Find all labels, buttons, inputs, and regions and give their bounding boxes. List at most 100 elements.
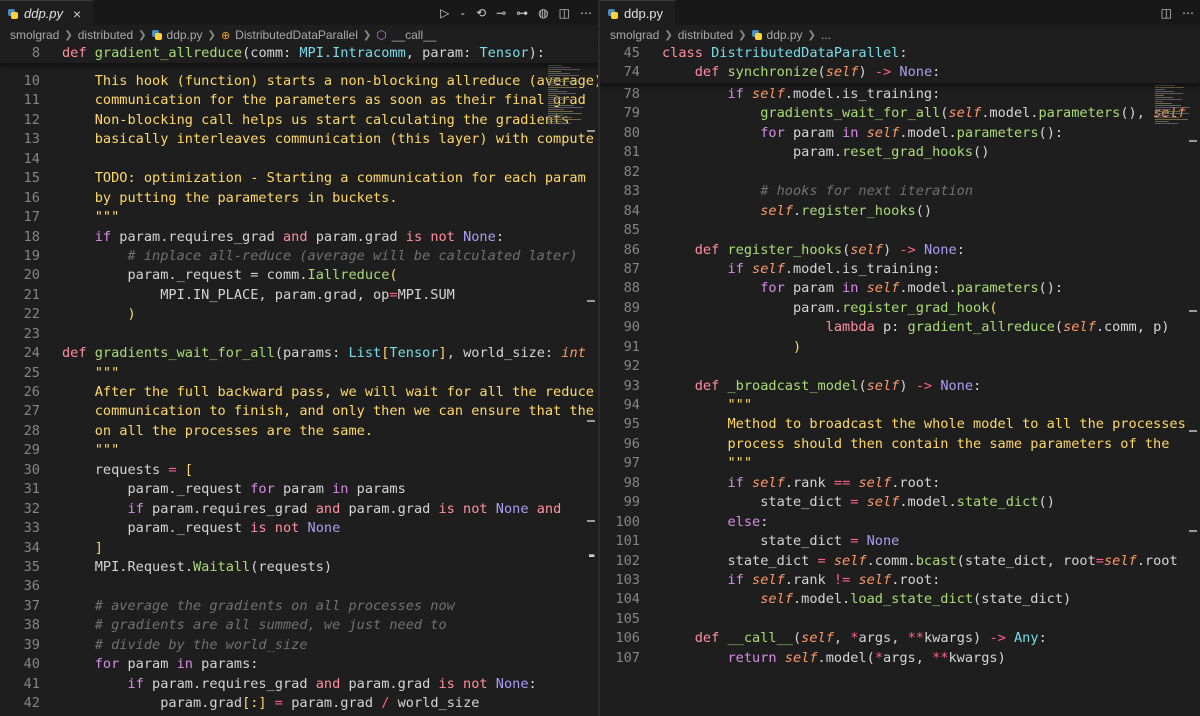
breadcrumb-file[interactable]: ddp.py (167, 28, 203, 42)
code-line[interactable]: 78 if self.model.is_training: (600, 85, 1200, 104)
code-line[interactable]: 106 def __call__(self, *args, **kwargs) … (600, 629, 1200, 648)
code-line[interactable]: 93 def _broadcast_model(self) -> None: (600, 377, 1200, 396)
breadcrumb-smolgrad[interactable]: smolgrad (610, 28, 659, 42)
code-line[interactable]: 80 for param in self.model.parameters(): (600, 124, 1200, 143)
copilot-icon[interactable]: ◍ (538, 6, 548, 20)
split-editor-icon[interactable]: ◫ (1161, 6, 1172, 20)
breadcrumb-file[interactable]: ddp.py (767, 28, 803, 42)
code-line[interactable]: 107 return self.model(*args, **kwargs) (600, 649, 1200, 668)
scrollbar-right[interactable] (1186, 44, 1200, 716)
code-line[interactable]: 45 class DistributedDataParallel: (600, 44, 1200, 63)
tab-ddp-py-right[interactable]: ddp.py (600, 0, 676, 26)
code-token: ) (883, 241, 900, 258)
code-line[interactable]: 15 TODO: optimization - Starting a commu… (0, 169, 598, 188)
more-actions-icon[interactable]: ⋯ (580, 6, 592, 20)
code-line[interactable]: 100 else: (600, 513, 1200, 532)
code-line[interactable]: 98 if self.rank == self.root: (600, 474, 1200, 493)
code-line[interactable]: 20 param._request = comm.Iallreduce( (0, 266, 598, 285)
code-line[interactable]: 32 if param.requires_grad and param.grad… (0, 500, 598, 519)
code-line[interactable]: 29 """ (0, 441, 598, 460)
code-line[interactable]: 81 param.reset_grad_hooks() (600, 143, 1200, 162)
code-line[interactable]: 23 (0, 325, 598, 344)
breadcrumb-class[interactable]: DistributedDataParallel (235, 28, 358, 42)
code-line[interactable]: 14 (0, 150, 598, 169)
code-line[interactable]: 87 if self.model.is_training: (600, 260, 1200, 279)
code-line[interactable]: 105 (600, 610, 1200, 629)
scrollbar-marker (1189, 430, 1197, 432)
code-line[interactable]: 104 self.model.load_state_dict(state_dic… (600, 590, 1200, 609)
code-line[interactable]: 91 ) (600, 338, 1200, 357)
code-text: state_dict = self.model.state_dict() (662, 493, 1055, 512)
code-line[interactable]: 13 basically interleaves communication (… (0, 130, 598, 149)
breadcrumb-more[interactable]: ... (821, 28, 831, 42)
code-line[interactable]: 41 if param.requires_grad and param.grad… (0, 675, 598, 694)
code-line[interactable]: 85 (600, 221, 1200, 240)
code-line[interactable]: 35 MPI.Request.Waitall(requests) (0, 558, 598, 577)
code-line[interactable]: 10 This hook (function) starts a non-blo… (0, 72, 598, 91)
code-line[interactable]: 74 def synchronize(self) -> None: (600, 63, 1200, 82)
code-line[interactable]: 25 """ (0, 364, 598, 383)
code-line[interactable]: 16 by putting the parameters in buckets. (0, 189, 598, 208)
close-tab-icon[interactable]: × (73, 6, 81, 22)
code-line[interactable]: 102 state_dict = self.comm.bcast(state_d… (600, 552, 1200, 571)
code-line[interactable]: 24 def gradients_wait_for_all(params: Lis… (0, 344, 598, 363)
code-line[interactable]: 101 state_dict = None (600, 532, 1200, 551)
code-line[interactable]: 38 # gradients are all summed, we just n… (0, 616, 598, 635)
code-line[interactable]: 37 # average the gradients on all proces… (0, 597, 598, 616)
code-editor-left[interactable]: 10 This hook (function) starts a non-blo… (0, 72, 598, 713)
code-line[interactable]: 31 param._request for param in params (0, 480, 598, 499)
go-back-icon[interactable]: ⟲ (476, 6, 486, 20)
code-line[interactable]: 22 ) (0, 305, 598, 324)
code-line[interactable]: 39 # divide by the world_size (0, 636, 598, 655)
sash-handle-icon[interactable]: ▬ (589, 552, 598, 561)
code-line[interactable]: 19 # inplace all-reduce (average will be… (0, 247, 598, 266)
code-line[interactable]: 27 communication to finish, and only the… (0, 402, 598, 421)
sticky-scroll-header[interactable]: 8 def gradient_allreduce(comm: MPI.Intrac… (0, 44, 598, 65)
breadcrumb-distributed[interactable]: distributed (78, 28, 133, 42)
code-line[interactable]: 82 (600, 163, 1200, 182)
code-line[interactable]: 84 self.register_hooks() (600, 202, 1200, 221)
code-line[interactable]: 33 param._request is not None (0, 519, 598, 538)
breadcrumb-distributed[interactable]: distributed (678, 28, 733, 42)
code-line[interactable]: 96 process should then contain the same … (600, 435, 1200, 454)
code-line[interactable]: 79 gradients_wait_for_all(self.model.par… (600, 104, 1200, 123)
code-line[interactable]: 18 if param.requires_grad and param.grad… (0, 228, 598, 247)
code-line[interactable]: 97 """ (600, 454, 1200, 473)
sticky-scroll-header[interactable]: 45 class DistributedDataParallel: 74 def s… (600, 44, 1200, 84)
code-line[interactable]: 40 for param in params: (0, 655, 598, 674)
code-line[interactable]: 83 # hooks for next iteration (600, 182, 1200, 201)
split-editor-icon[interactable]: ◫ (559, 6, 570, 20)
commit-icon[interactable]: ⊸ (496, 6, 506, 20)
code-line[interactable]: 11 communication for the parameters as s… (0, 91, 598, 110)
run-dropdown-icon[interactable]: ⌄ (459, 8, 466, 17)
code-line[interactable]: 90 lambda p: gradient_allreduce(self.com… (600, 318, 1200, 337)
code-token: Method to broadcast the whole model to a… (662, 416, 1186, 433)
code-line[interactable]: 103 if self.rank != self.root: (600, 571, 1200, 590)
code-line[interactable]: 42 param.grad[:] = param.grad / world_si… (0, 694, 598, 713)
code-line[interactable]: 86 def register_hooks(self) -> None: (600, 241, 1200, 260)
code-line[interactable]: 88 for param in self.model.parameters(): (600, 279, 1200, 298)
more-actions-icon[interactable]: ⋯ (1182, 6, 1194, 20)
code-line[interactable]: 92 (600, 357, 1200, 376)
toggle-icon[interactable]: ⊶ (516, 6, 528, 20)
code-line[interactable]: 17 """ (0, 208, 598, 227)
code-line[interactable]: 94 """ (600, 396, 1200, 415)
breadcrumb-smolgrad[interactable]: smolgrad (10, 28, 59, 42)
code-line[interactable]: 12 Non-blocking call helps us start calc… (0, 111, 598, 130)
code-line[interactable]: 34 ] (0, 539, 598, 558)
code-line[interactable]: 8 def gradient_allreduce(comm: MPI.Intrac… (0, 44, 598, 63)
code-line[interactable]: 26 After the full backward pass, we will… (0, 383, 598, 402)
code-editor-right[interactable]: 78 if self.model.is_training: 79 gradient… (600, 85, 1200, 668)
code-line[interactable]: 89 param.register_grad_hook( (600, 299, 1200, 318)
code-token: if (662, 260, 753, 277)
code-line[interactable]: 99 state_dict = self.model.state_dict() (600, 493, 1200, 512)
code-line[interactable]: 95 Method to broadcast the whole model t… (600, 415, 1200, 434)
scrollbar-left[interactable] (584, 44, 598, 716)
tab-ddp-py-left[interactable]: ddp.py × (0, 0, 94, 26)
code-line[interactable]: 30 requests = [ (0, 461, 598, 480)
code-line[interactable]: 36 (0, 577, 598, 596)
code-line[interactable]: 28 on all the processes are the same. (0, 422, 598, 441)
run-icon[interactable]: ▷ (440, 6, 449, 20)
breadcrumb-method[interactable]: __call__ (392, 28, 437, 42)
code-line[interactable]: 21 MPI.IN_PLACE, param.grad, op=MPI.SUM (0, 286, 598, 305)
